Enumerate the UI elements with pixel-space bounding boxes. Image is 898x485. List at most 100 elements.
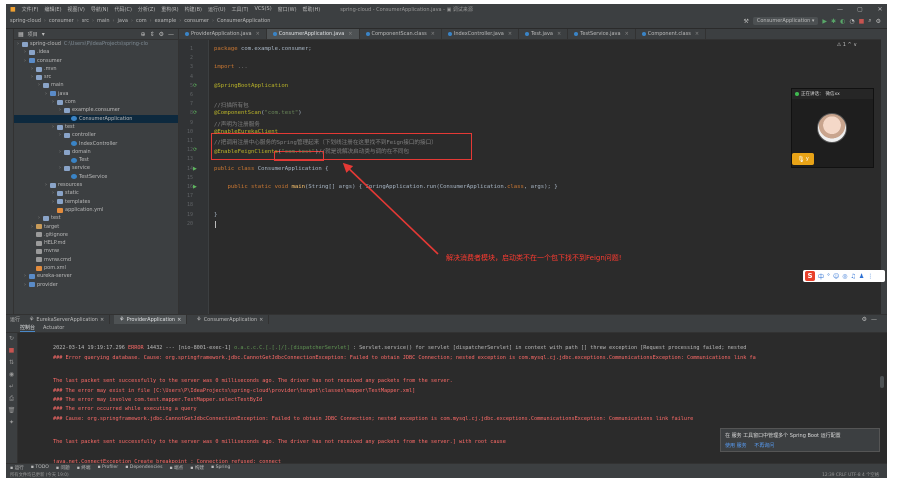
breadcrumb-item[interactable]: src: [82, 18, 89, 24]
ime-skin-icon[interactable]: ♫: [851, 273, 856, 280]
menu-item[interactable]: 视图(V): [68, 6, 85, 13]
close-icon[interactable]: ×: [256, 31, 260, 37]
tree-node[interactable]: › target: [14, 223, 178, 231]
collapse-all-icon[interactable]: ⇕: [150, 31, 155, 38]
pin-icon[interactable]: ✦: [6, 417, 17, 429]
breadcrumb-item[interactable]: consumer: [49, 18, 74, 24]
close-icon[interactable]: ×: [259, 317, 263, 323]
menu-item[interactable]: 编辑(E): [44, 6, 61, 13]
ime-toolbar[interactable]: S 中 ° ☺ ◎ ♫ ♟ ⋮: [803, 270, 885, 282]
run-config-selector[interactable]: ConsumerApplication ▾: [752, 17, 819, 25]
tree-node[interactable]: › provider: [14, 281, 178, 289]
console-scrollbar[interactable]: [880, 376, 884, 388]
breadcrumb-item[interactable]: example: [155, 18, 177, 24]
tree-node[interactable]: ConsumerApplication: [14, 114, 178, 123]
wrap-icon[interactable]: ↵: [6, 381, 17, 393]
bottom-tool-button[interactable]: ▪ Spring: [211, 465, 230, 470]
status-right[interactable]: 12:39 CRLF UTF-8 4 个空格: [822, 472, 887, 478]
tree-node[interactable]: mvnw.cmd: [14, 256, 178, 264]
editor-tab[interactable]: TestService.java ×: [568, 29, 636, 39]
maximize-window-icon[interactable]: ▢: [853, 6, 867, 13]
code-editor[interactable]: 1 2 3 4 5 ⟳ 6 7 8 ⟳ 9 10 11 12 ⟳ 13 14 ▶ 15 16 ▶ 17 18 19 20 ⚠ 1…: [179, 40, 881, 314]
tree-node[interactable]: › spring-cloud C:\Users\P\IdeaProjects\spr…: [14, 40, 178, 48]
breadcrumb-item[interactable]: main: [97, 18, 110, 24]
ime-emoji-icon[interactable]: ☺: [833, 273, 839, 280]
bottom-tool-button[interactable]: ▪ 运行: [10, 465, 24, 471]
run-gutter-icon[interactable]: ▶: [193, 166, 197, 172]
editor-tab[interactable]: ProviderApplication.java ×: [179, 29, 267, 39]
editor-tab[interactable]: IndexController.java ×: [442, 29, 520, 39]
tree-node[interactable]: HELP.md: [14, 239, 178, 247]
gear-icon[interactable]: ⚙: [876, 18, 881, 25]
tree-node[interactable]: › controller: [14, 131, 178, 139]
tree-node[interactable]: › templates: [14, 198, 178, 206]
close-icon[interactable]: ×: [100, 317, 104, 323]
inspection-widget[interactable]: ⚠ 1 ^ ∨: [837, 42, 857, 48]
trash-icon[interactable]: 🗑: [6, 405, 17, 417]
bottom-tool-button[interactable]: ▪ Profiler: [97, 465, 118, 470]
bottom-tool-button[interactable]: ▪ 终端: [77, 465, 91, 471]
tree-node[interactable]: › resources: [14, 181, 178, 189]
menu-item[interactable]: 帮助(H): [303, 6, 321, 13]
close-icon[interactable]: ×: [625, 31, 629, 37]
gear-icon[interactable]: ⚙: [862, 316, 867, 323]
run-tab[interactable]: ⚘ ConsumerApplication ×: [191, 314, 270, 325]
minimize-icon[interactable]: —: [168, 31, 174, 38]
run-tab[interactable]: ⚘ ProviderApplication ×: [114, 314, 188, 325]
chevron-down-icon[interactable]: ▾: [42, 31, 45, 38]
use-services-link[interactable]: 使用 服务: [725, 443, 747, 449]
run-gutter-icon[interactable]: ▶: [193, 184, 197, 190]
menu-item[interactable]: 构建(B): [185, 6, 202, 13]
print-icon[interactable]: ⎙: [6, 393, 17, 405]
close-icon[interactable]: ×: [431, 31, 435, 37]
tree-node[interactable]: › example.consumer: [14, 106, 178, 114]
breadcrumb-item[interactable]: consumer: [184, 18, 209, 24]
services-notification[interactable]: 在 服务 工具窗口中管理多个 Spring Boot 运行配置 使用 服务 不再…: [720, 428, 880, 452]
bottom-tool-button[interactable]: ▪ 构建: [190, 465, 204, 471]
coverage-icon[interactable]: ◐: [840, 18, 845, 25]
hammer-icon[interactable]: ⚒: [743, 18, 748, 25]
editor-tab[interactable]: Test.java ×: [519, 29, 569, 39]
profile-icon[interactable]: ◔: [849, 18, 854, 25]
tree-node[interactable]: › src: [14, 73, 178, 81]
bottom-tool-button[interactable]: ▪ 问题: [56, 465, 70, 471]
tree-node[interactable]: IndexController: [14, 140, 178, 148]
tree-node[interactable]: › service: [14, 164, 178, 172]
tree-node[interactable]: › test: [14, 214, 178, 222]
video-call-overlay[interactable]: 正在讲话： 微信xx 🎙 y: [791, 88, 874, 168]
tree-node[interactable]: › eureka-server: [14, 272, 178, 280]
tree-node[interactable]: › com: [14, 98, 178, 106]
search-icon[interactable]: ⌕: [868, 17, 871, 25]
menu-item[interactable]: 文件(F): [22, 6, 39, 13]
minimize-icon[interactable]: —: [871, 316, 887, 323]
run-subtab[interactable]: 控制台: [20, 324, 36, 332]
menu-item[interactable]: 分析(Z): [138, 6, 155, 13]
close-icon[interactable]: ×: [177, 317, 181, 323]
spring-bean-icon[interactable]: ⟳: [193, 147, 197, 153]
camera-icon[interactable]: ◉: [6, 369, 17, 381]
ime-voice-icon[interactable]: ◎: [842, 273, 847, 280]
tree-node[interactable]: › static: [14, 189, 178, 197]
ime-logo-icon[interactable]: S: [805, 271, 815, 281]
tree-node[interactable]: pom.xml: [14, 264, 178, 272]
tree-node[interactable]: › consumer: [14, 57, 178, 65]
menu-item[interactable]: 重构(R): [161, 6, 178, 13]
bottom-tool-button[interactable]: ▪ 端点: [169, 465, 183, 471]
stop-icon[interactable]: ■: [6, 345, 17, 357]
breadcrumb-item[interactable]: com: [136, 18, 147, 24]
tree-node[interactable]: Test: [14, 156, 178, 164]
dont-ask-link[interactable]: 不再询问: [754, 443, 774, 449]
tree-node[interactable]: › .mvn: [14, 65, 178, 73]
close-icon[interactable]: ×: [508, 31, 512, 37]
stop-icon[interactable]: ■: [859, 18, 865, 25]
tree-node[interactable]: › domain: [14, 148, 178, 156]
run-subtab[interactable]: Actuator: [43, 325, 64, 331]
menu-item[interactable]: 工具(T): [232, 6, 249, 13]
tree-node[interactable]: › java: [14, 90, 178, 98]
ime-tools-icon[interactable]: ♟: [859, 273, 864, 280]
bottom-tool-button[interactable]: ▪ TODO: [31, 465, 49, 470]
tree-node[interactable]: mvnw: [14, 247, 178, 255]
tree-node[interactable]: application.yml: [14, 206, 178, 214]
ime-punct-icon[interactable]: °: [827, 273, 830, 280]
ime-chinese-icon[interactable]: 中: [818, 272, 824, 281]
